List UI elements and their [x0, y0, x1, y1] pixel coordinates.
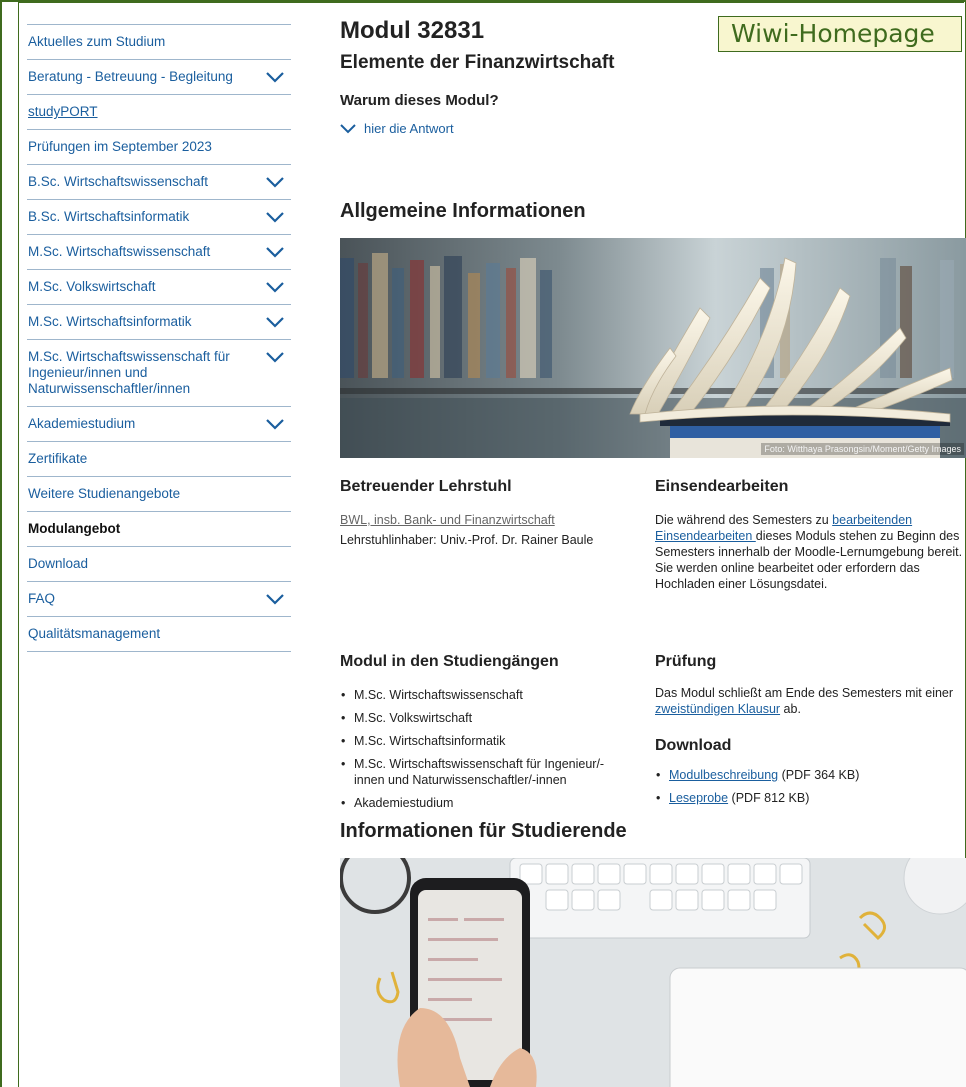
assignments-text: Die während des Semesters zu bearbeitend… — [655, 513, 963, 591]
sidebar-item[interactable]: M.Sc. Volkswirtschaft — [27, 269, 291, 304]
chair-section: Betreuender Lehrstuhl BWL, insb. Bank- u… — [340, 478, 640, 548]
program-item: M.Sc. Wirtschaftsinformatik — [340, 733, 610, 749]
desk-phone-image — [340, 858, 966, 1087]
chevron-down-icon[interactable] — [265, 592, 285, 606]
sidebar-item[interactable]: Download — [27, 546, 291, 581]
sidebar-item-label: M.Sc. Volkswirtschaft — [28, 279, 156, 294]
page-subtitle: Elemente der Finanzwirtschaft — [340, 52, 615, 73]
chair-heading: Betreuender Lehrstuhl — [340, 478, 512, 495]
sidebar-item-label: Modulangebot — [28, 521, 121, 536]
sidebar-item[interactable]: Aktuelles zum Studium — [27, 24, 291, 59]
chevron-down-icon[interactable] — [265, 175, 285, 189]
sidebar-item[interactable]: Weitere Studienangebote — [27, 476, 291, 511]
sidebar-item-label: Qualitätsmanagement — [28, 626, 161, 641]
sidebar-item[interactable]: B.Sc. Wirtschaftsinformatik — [27, 199, 291, 234]
sidebar-item-label: B.Sc. Wirtschaftsinformatik — [28, 209, 190, 224]
sidebar-item[interactable]: studyPORT — [27, 94, 291, 129]
sidebar-item[interactable]: Zertifikate — [27, 441, 291, 476]
sidebar-item-label: Akademiestudium — [28, 416, 136, 431]
download-meta: (PDF 812 KB) — [728, 791, 810, 805]
sidebar-item-label: studyPORT — [28, 104, 98, 119]
sidebar-item-label: Zertifikate — [28, 451, 88, 466]
sidebar-item[interactable]: B.Sc. Wirtschaftswissenschaft — [27, 164, 291, 199]
sidebar-nav: Aktuelles zum Studium Beratung - Betreuun… — [27, 24, 291, 652]
download-link[interactable]: Leseprobe — [669, 791, 728, 805]
programs-list: M.Sc. Wirtschaftswissenschaft M.Sc. Volks… — [340, 687, 610, 811]
main-content: Modul 32831 Elemente der Finanzwirtschaf… — [340, 16, 966, 136]
chevron-down-icon[interactable] — [265, 70, 285, 84]
program-item: M.Sc. Volkswirtschaft — [340, 710, 610, 726]
chevron-down-icon[interactable] — [265, 210, 285, 224]
sidebar-item-label: Beratung - Betreuung - Begleitung — [28, 69, 233, 84]
library-book-illustration — [340, 238, 966, 458]
desk-phone-illustration — [340, 858, 966, 1087]
download-heading: Download — [655, 737, 732, 754]
chair-link[interactable]: BWL, insb. Bank- und Finanzwirtschaft — [340, 513, 555, 527]
program-item: M.Sc. Wirtschaftswissenschaft — [340, 687, 610, 703]
sidebar-item-label: M.Sc. Wirtschaftswissenschaft für Ingeni… — [28, 349, 230, 396]
download-list: Modulbeschreibung (PDF 364 KB) Leseprobe … — [655, 767, 963, 806]
sidebar-item[interactable]: M.Sc. Wirtschaftswissenschaft für Ingeni… — [27, 339, 291, 406]
sidebar-item-label: FAQ — [28, 591, 56, 606]
sidebar-item-label: Prüfungen im September 2023 — [28, 139, 212, 154]
sidebar-item[interactable]: M.Sc. Wirtschaftsinformatik — [27, 304, 291, 339]
page-title: Modul 32831 — [340, 17, 485, 44]
download-item: Leseprobe (PDF 812 KB) — [655, 790, 963, 806]
sidebar-item-label: M.Sc. Wirtschaftswissenschaft — [28, 244, 211, 259]
exam-text: Das Modul schließt am Ende des Semesters… — [655, 686, 954, 716]
sidebar-item[interactable]: Prüfungen im September 2023 — [27, 129, 291, 164]
download-meta: (PDF 364 KB) — [778, 768, 860, 782]
chevron-down-icon[interactable] — [265, 315, 285, 329]
download-link[interactable]: Modulbeschreibung — [669, 768, 778, 782]
sidebar-item[interactable]: FAQ — [27, 581, 291, 616]
library-book-image: Foto: Witthaya Prasongsin/Moment/Getty I… — [340, 238, 966, 458]
chevron-down-icon[interactable] — [265, 417, 285, 431]
answer-link: hier die Antwort — [364, 121, 454, 136]
sidebar-item-label: M.Sc. Wirtschaftsinformatik — [28, 314, 192, 329]
sidebar-item[interactable]: Qualitätsmanagement — [27, 616, 291, 652]
assignments-heading: Einsendearbeiten — [655, 478, 789, 495]
general-info-heading: Allgemeine Informationen — [340, 200, 586, 222]
sidebar-item[interactable]: Modulangebot — [27, 511, 291, 546]
exam-section: Prüfung Das Modul schließt am Ende des S… — [655, 653, 963, 813]
sidebar-item-label: Weitere Studienangebote — [28, 486, 181, 501]
chair-holder: Lehrstuhlinhaber: Univ.-Prof. Dr. Rainer… — [340, 533, 594, 547]
sidebar-item-label: Aktuelles zum Studium — [28, 34, 166, 49]
exam-heading: Prüfung — [655, 653, 717, 670]
program-item: Akademiestudium — [340, 795, 610, 811]
sidebar-item[interactable]: M.Sc. Wirtschaftswissenschaft — [27, 234, 291, 269]
program-item: M.Sc. Wirtschaftswissenschaft für Ingeni… — [340, 756, 610, 788]
chevron-down-icon[interactable] — [265, 245, 285, 259]
photo-credit: Foto: Witthaya Prasongsin/Moment/Getty I… — [761, 443, 964, 455]
students-heading: Informationen für Studierende — [340, 820, 627, 842]
assignments-section: Einsendearbeiten Die während des Semeste… — [655, 478, 963, 592]
sidebar-item-label: Download — [28, 556, 89, 571]
chevron-down-icon[interactable] — [265, 350, 285, 364]
exam-link[interactable]: zweistündigen Klausur — [655, 702, 780, 716]
chevron-down-icon[interactable] — [265, 280, 285, 294]
programs-heading: Modul in den Studiengängen — [340, 653, 559, 670]
sidebar-item[interactable]: Beratung - Betreuung - Begleitung — [27, 59, 291, 94]
sidebar-item-label: B.Sc. Wirtschaftswissenschaft — [28, 174, 209, 189]
sidebar-item[interactable]: Akademiestudium — [27, 406, 291, 441]
answer-toggle[interactable]: hier die Antwort — [340, 121, 966, 136]
why-heading: Warum dieses Modul? — [340, 92, 499, 109]
programs-section: Modul in den Studiengängen M.Sc. Wirtsch… — [340, 653, 640, 818]
chevron-down-icon — [340, 123, 356, 133]
download-item: Modulbeschreibung (PDF 364 KB) — [655, 767, 963, 783]
